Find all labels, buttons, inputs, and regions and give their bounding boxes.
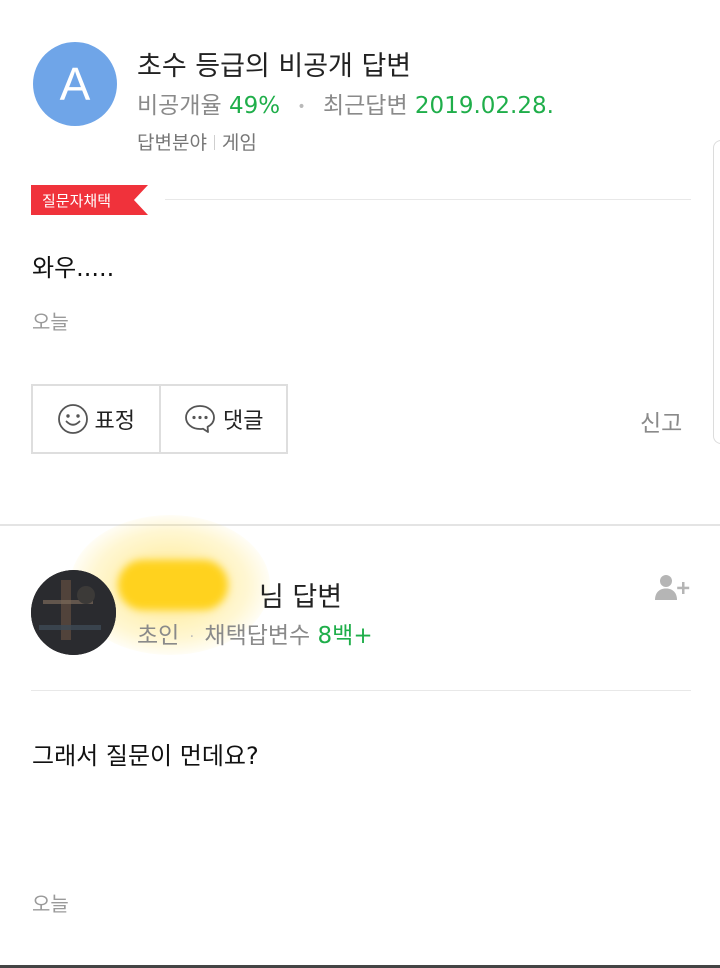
comment-label: 댓글 <box>223 409 264 434</box>
add-friend-icon <box>655 575 690 600</box>
field-label: 답변분야 <box>137 132 207 154</box>
report-button[interactable]: 신고 <box>640 404 682 438</box>
divider <box>31 690 691 691</box>
smile-icon <box>57 404 88 434</box>
divider <box>213 135 215 150</box>
recent-answer-date: 2019.02.28. <box>414 93 554 119</box>
answer-title-suffix: 님 답변 <box>259 582 343 613</box>
divider <box>165 199 691 200</box>
answer-field: 답변분야 게임 <box>137 128 257 155</box>
answer-title: 님 답변 <box>137 575 342 614</box>
chosen-badge-label: 질문자채택 <box>42 191 112 210</box>
separator-dot: • <box>297 98 306 115</box>
recent-answer-label: 최근답변 <box>322 93 408 119</box>
reaction-button-group: 표정 댓글 <box>31 384 288 454</box>
add-friend-button[interactable] <box>653 573 693 607</box>
answer-time: 오늘 <box>32 892 69 916</box>
answer-stats: 비공개율 49% • 최근답변 2019.02.28. <box>137 86 554 120</box>
avatar: A <box>33 42 117 126</box>
section-divider <box>0 524 720 526</box>
answer-stats: 초인 · 채택답변수 8백+ <box>137 616 373 650</box>
avatar[interactable] <box>31 570 116 655</box>
emotion-label: 표정 <box>94 409 135 434</box>
private-rate-value: 49% <box>228 93 281 119</box>
field-value[interactable]: 게임 <box>222 132 257 154</box>
user-grade: 초인 <box>137 623 180 649</box>
chosen-count-value: 8백+ <box>317 623 373 649</box>
private-rate-label: 비공개율 <box>137 93 222 119</box>
separator-dot: · <box>189 628 195 645</box>
chosen-badge: 질문자채택 <box>31 185 148 215</box>
answer-time: 오늘 <box>32 310 69 334</box>
avatar-letter: A <box>59 58 91 110</box>
chosen-count-label: 채택답변수 <box>204 623 311 649</box>
answer-title: 초수 등급의 비공개 답변 <box>137 51 412 82</box>
scroll-edge <box>713 140 720 444</box>
answer-body: 그래서 질문이 먼데요? <box>32 742 259 770</box>
comment-button[interactable]: 댓글 <box>158 386 287 452</box>
speech-bubble-icon <box>185 405 215 433</box>
emotion-button[interactable]: 표정 <box>33 386 159 452</box>
answer-body: 와우..... <box>32 254 115 282</box>
avatar-photo <box>31 570 116 655</box>
